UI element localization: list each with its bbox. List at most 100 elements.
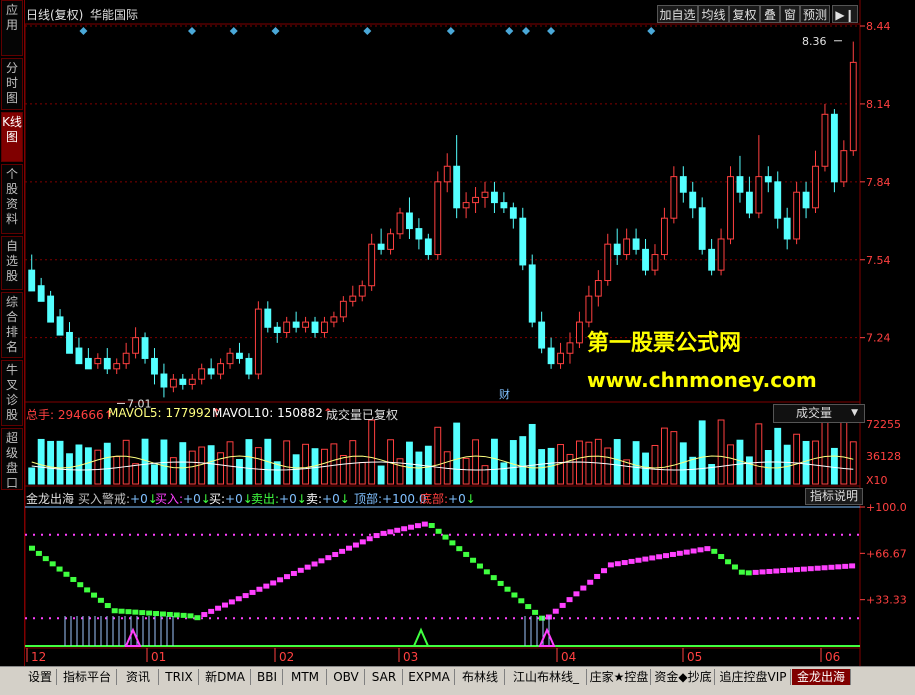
- header-button-3[interactable]: 叠: [760, 5, 780, 23]
- candle-body: [122, 352, 130, 365]
- period-label: 日线(复权): [26, 8, 84, 22]
- bottom-tab-3[interactable]: TRIX: [160, 669, 199, 685]
- bottom-tab-10[interactable]: 布林线: [456, 669, 505, 685]
- kline-chart-area[interactable]: 8.44 8.14 7.84 7.54 7.24 8.36 7.01 财 72255 36128 X…: [24, 0, 915, 666]
- x-axis-label: 05: [687, 650, 702, 664]
- indicator-legend-value: +0: [448, 492, 466, 506]
- oscillator-dot: [29, 545, 35, 551]
- bottom-tab-14[interactable]: 追庄控盘VIP: [716, 669, 791, 685]
- sidebar-tab-1[interactable]: 分时图: [1, 58, 23, 110]
- oscillator-dot: [470, 557, 477, 563]
- candle-body: [245, 357, 253, 375]
- volume-indicator-select[interactable]: 成交量 ▼: [773, 404, 865, 423]
- volume-bar: [604, 447, 612, 485]
- sidebar-tab-3[interactable]: 个股资料: [1, 164, 23, 234]
- volume-bar: [632, 441, 640, 485]
- oscillator-dot: [97, 597, 104, 603]
- bottom-tab-6[interactable]: MTM: [284, 669, 327, 685]
- header-button-1[interactable]: 均线: [698, 5, 729, 23]
- bottom-tab-11[interactable]: 江山布林线_: [506, 669, 587, 685]
- candle-body: [509, 207, 517, 219]
- candle-body: [613, 243, 621, 256]
- bottom-tab-1[interactable]: 指标平台: [58, 669, 117, 685]
- candle-body: [103, 357, 111, 370]
- indicator-legend-item-5: 顶部:+100.0: [354, 490, 426, 507]
- signal-diamond-icon: [647, 27, 656, 35]
- header-button-5[interactable]: 预测: [800, 5, 830, 23]
- oscillator-dot: [656, 554, 663, 560]
- volume-bar: [613, 439, 621, 485]
- candle-body: [500, 202, 508, 209]
- signal-diamond-icon: [229, 27, 238, 35]
- candle-body: [396, 212, 404, 235]
- oscillator-dot: [201, 612, 208, 618]
- oscillator-dot: [297, 567, 304, 573]
- header-button-4[interactable]: 窗: [780, 5, 800, 23]
- volume-bar: [500, 462, 508, 485]
- oscillator-dot: [111, 608, 118, 614]
- oscillator-dot: [752, 569, 759, 575]
- bottom-tab-9[interactable]: EXPMA: [404, 669, 455, 685]
- volume-bar: [755, 423, 763, 485]
- oscillator-dot: [173, 612, 180, 618]
- kline-chart-svg[interactable]: 8.448.147.847.547.248.367.01财7225536128X…: [24, 0, 915, 666]
- sidebar-tab-6[interactable]: 牛叉诊股: [1, 360, 23, 426]
- candle-body: [321, 321, 328, 333]
- bottom-tab-7[interactable]: OBV: [328, 669, 365, 685]
- volume-bar: [660, 427, 668, 485]
- candle-body: [47, 295, 55, 323]
- volume-bar: [283, 440, 291, 485]
- candle-body: [188, 378, 196, 385]
- candle-body: [783, 217, 791, 240]
- bottom-tab-0[interactable]: 设置: [24, 669, 57, 685]
- header-button-0[interactable]: 加自选: [657, 5, 698, 23]
- indicator-legend-label: 卖:: [306, 492, 323, 506]
- bottom-tab-4[interactable]: 新DMA: [200, 669, 251, 685]
- sidebar-tab-7[interactable]: 超级盘口: [1, 428, 23, 490]
- x-axis-label: 12: [31, 650, 46, 664]
- oscillator-dot: [725, 559, 732, 565]
- candle-body: [594, 280, 602, 297]
- sidebar-tab-0[interactable]: 应用: [1, 0, 23, 56]
- bottom-tab-8[interactable]: SAR: [366, 669, 403, 685]
- x-axis-label: 02: [279, 650, 294, 664]
- bottom-tab-15[interactable]: 金龙出海: [792, 669, 851, 685]
- bottom-tab-13[interactable]: 资金◆抄底: [652, 669, 715, 685]
- bottom-tab-5[interactable]: BBI: [252, 669, 283, 685]
- oscillator-dot: [42, 556, 49, 562]
- sidebar-tab-4[interactable]: 自选股: [1, 236, 23, 290]
- candle-body: [604, 243, 612, 282]
- volume-bar: [566, 453, 574, 485]
- candle-body: [472, 196, 479, 204]
- oscillator-dot: [366, 536, 373, 542]
- indicator-legend-value: +0: [279, 492, 297, 506]
- volume-bar: [236, 459, 243, 485]
- oscillator-dot: [566, 597, 573, 603]
- candle-body: [198, 368, 206, 380]
- bottom-tab-12[interactable]: 庄家★控盘: [588, 669, 651, 685]
- candle-body: [727, 176, 734, 240]
- oscillator-dot: [738, 569, 745, 575]
- volume-bar: [198, 446, 206, 485]
- play-pause-icon[interactable]: ▶❙: [832, 5, 858, 23]
- volume-bar: [151, 464, 158, 485]
- indicator-legend-value: +0: [225, 492, 243, 506]
- volume-axis-label: 36128: [866, 450, 901, 463]
- candle-body: [387, 233, 394, 250]
- candle-body: [358, 285, 366, 297]
- volume-total-value: 294666: [57, 408, 104, 422]
- candle-body: [330, 316, 338, 323]
- volume-bar: [472, 439, 479, 485]
- candle-body: [708, 248, 716, 271]
- oscillator-dot: [676, 550, 683, 556]
- signal-diamond-icon: [446, 27, 455, 35]
- candle-body: [528, 264, 536, 323]
- volume-axis-label: 72255: [866, 418, 901, 431]
- sidebar-tab-5[interactable]: 综合排名: [1, 292, 23, 358]
- bottom-tab-2[interactable]: 资讯: [118, 669, 159, 685]
- sidebar-tab-2[interactable]: K线图: [1, 112, 23, 162]
- indicator-explain-button[interactable]: 指标说明: [805, 488, 863, 505]
- indicator-legend-label: 顶部:: [354, 492, 383, 506]
- header-button-2[interactable]: 复权: [729, 5, 760, 23]
- oscillator-dot: [621, 560, 628, 566]
